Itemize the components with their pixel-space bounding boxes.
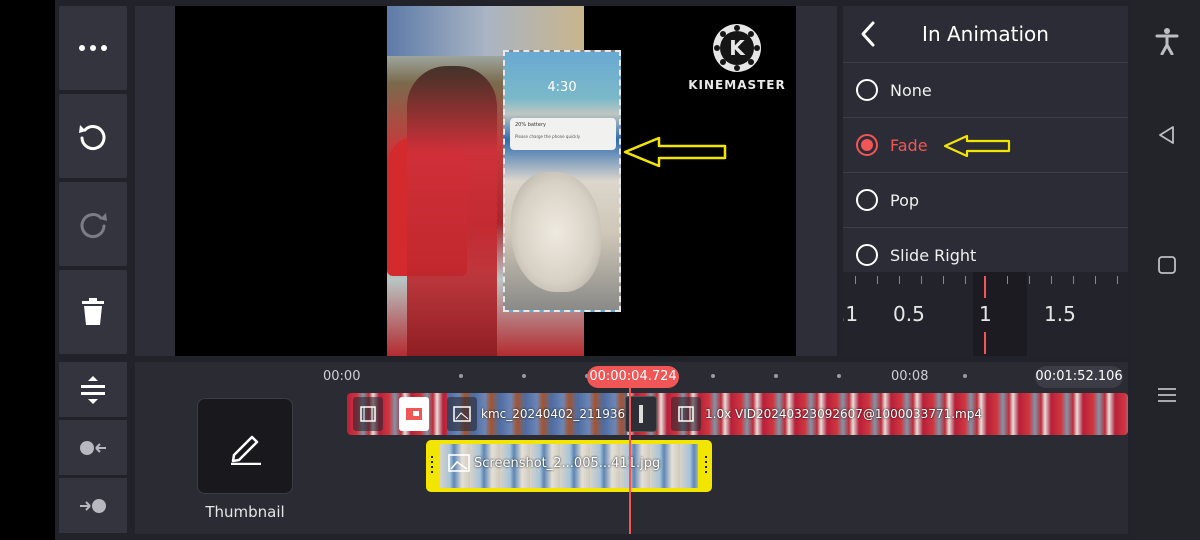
image-icon (448, 454, 470, 472)
option-label: Pop (890, 190, 920, 210)
preview-pane: 4:30 20% battery Please charge the phone… (135, 6, 837, 356)
more-button[interactable] (59, 6, 127, 90)
right-trim-handle[interactable] (703, 456, 709, 476)
animation-option-pop[interactable]: Pop (843, 172, 1128, 227)
jump-start-icon (80, 440, 106, 455)
panel-header: In Animation (843, 6, 1128, 62)
menu-lines-icon (1158, 388, 1176, 402)
option-label: None (890, 80, 932, 100)
lion-statue-image (511, 172, 601, 292)
jump-end-icon (80, 498, 106, 513)
ruler-label: 0.5 (893, 302, 925, 326)
radio-fade-selected[interactable] (856, 134, 878, 156)
in-animation-panel: In Animation None Fade Pop Slide Right 1… (843, 6, 1128, 356)
clip-type-icon (353, 397, 383, 431)
animation-option-none[interactable]: None (843, 62, 1128, 117)
overlay-clip-label: Screenshot_2...005...411.jpg (474, 456, 661, 471)
main-video-track[interactable]: kmc_20240402_211936@ 1.0x VID20240323092… (347, 393, 1128, 435)
time-tick: 00:00 (323, 369, 361, 384)
jump-to-start-button[interactable] (59, 420, 127, 475)
accessibility-button[interactable] (1150, 24, 1184, 58)
animation-option-fade[interactable]: Fade (843, 117, 1128, 172)
expand-tracks-icon (81, 375, 105, 404)
kinemaster-watermark: KINEMASTER (688, 78, 786, 92)
duration-ruler[interactable]: .1 0.5 1 1.5 (843, 272, 1128, 356)
triangle-back-icon (1159, 126, 1174, 144)
preview-canvas[interactable]: 4:30 20% battery Please charge the phone… (175, 6, 796, 356)
ruler-label: 1.5 (1044, 302, 1076, 326)
thumbnail-button[interactable] (197, 398, 293, 494)
undo-icon (79, 125, 106, 151)
clip-label: kmc_20240402_211936@ (481, 407, 638, 421)
clip-type-icon (447, 397, 477, 431)
total-duration-badge: 00:01:52.106 (1035, 366, 1123, 388)
left-trim-handle[interactable] (429, 456, 435, 476)
option-label: Fade (890, 135, 928, 155)
radio-slide-right[interactable] (856, 244, 878, 266)
timeline-expand-button[interactable] (59, 362, 127, 417)
clip-type-icon (671, 397, 701, 431)
jump-to-end-button[interactable] (59, 478, 127, 533)
svg-text:K: K (729, 36, 746, 60)
overlay-screenshot-layer[interactable]: 4:30 20% battery Please charge the phone… (503, 50, 621, 312)
annotation-arrow-icon (623, 136, 727, 168)
film-icon (678, 406, 694, 422)
overlay-notif-body: Please charge the phone quickly (515, 134, 581, 139)
panel-title: In Animation (922, 22, 1049, 46)
trash-icon (82, 298, 104, 325)
back-nav-button[interactable] (1150, 118, 1184, 152)
recents-nav-button[interactable] (1150, 378, 1184, 412)
radio-none[interactable] (856, 79, 878, 101)
annotation-arrow-icon (943, 134, 1011, 158)
radio-pop[interactable] (856, 189, 878, 211)
ruler-label: .1 (843, 302, 859, 326)
more-horizontal-icon (79, 45, 107, 51)
film-icon (360, 406, 376, 422)
undo-button[interactable] (59, 94, 127, 178)
kinemaster-editor: 4:30 20% battery Please charge the phone… (55, 0, 1133, 540)
person-image (407, 66, 497, 356)
playhead[interactable] (629, 388, 631, 534)
clip-effect-icon[interactable] (399, 397, 429, 431)
ruler-indicator-top (984, 276, 986, 298)
pencil-icon (231, 435, 261, 465)
redo-icon (80, 213, 107, 239)
time-tick: 00:08 (891, 369, 929, 384)
image-icon (453, 406, 471, 422)
current-time-badge: 00:00:04.724 (587, 366, 679, 388)
kinemaster-logo-icon: K (713, 24, 761, 72)
left-system-strip (0, 0, 55, 540)
option-label: Slide Right (890, 245, 977, 265)
overlay-notif-title: 20% battery (515, 122, 546, 128)
overlay-notification: 20% battery Please charge the phone quic… (510, 118, 616, 150)
overlay-layer-track[interactable]: Screenshot_2...005...411.jpg (426, 440, 712, 492)
ruler-indicator-bottom (984, 332, 986, 354)
home-nav-button[interactable] (1150, 248, 1184, 282)
ruler-label-selected: 1 (979, 302, 992, 326)
delete-button[interactable] (59, 270, 127, 354)
timeline[interactable]: Thumbnail 00:00 00:08 00:00:04.724 00:01… (59, 362, 1128, 534)
thumbnail-label: Thumbnail (205, 503, 285, 521)
accessibility-icon (1155, 28, 1179, 55)
screen-effect-icon (406, 408, 422, 420)
redo-button[interactable] (59, 182, 127, 266)
overlay-clock: 4:30 (547, 80, 577, 95)
clip-label: 1.0x VID20240323092607@1000033771.mp4 (705, 407, 982, 421)
square-home-icon (1158, 256, 1176, 274)
